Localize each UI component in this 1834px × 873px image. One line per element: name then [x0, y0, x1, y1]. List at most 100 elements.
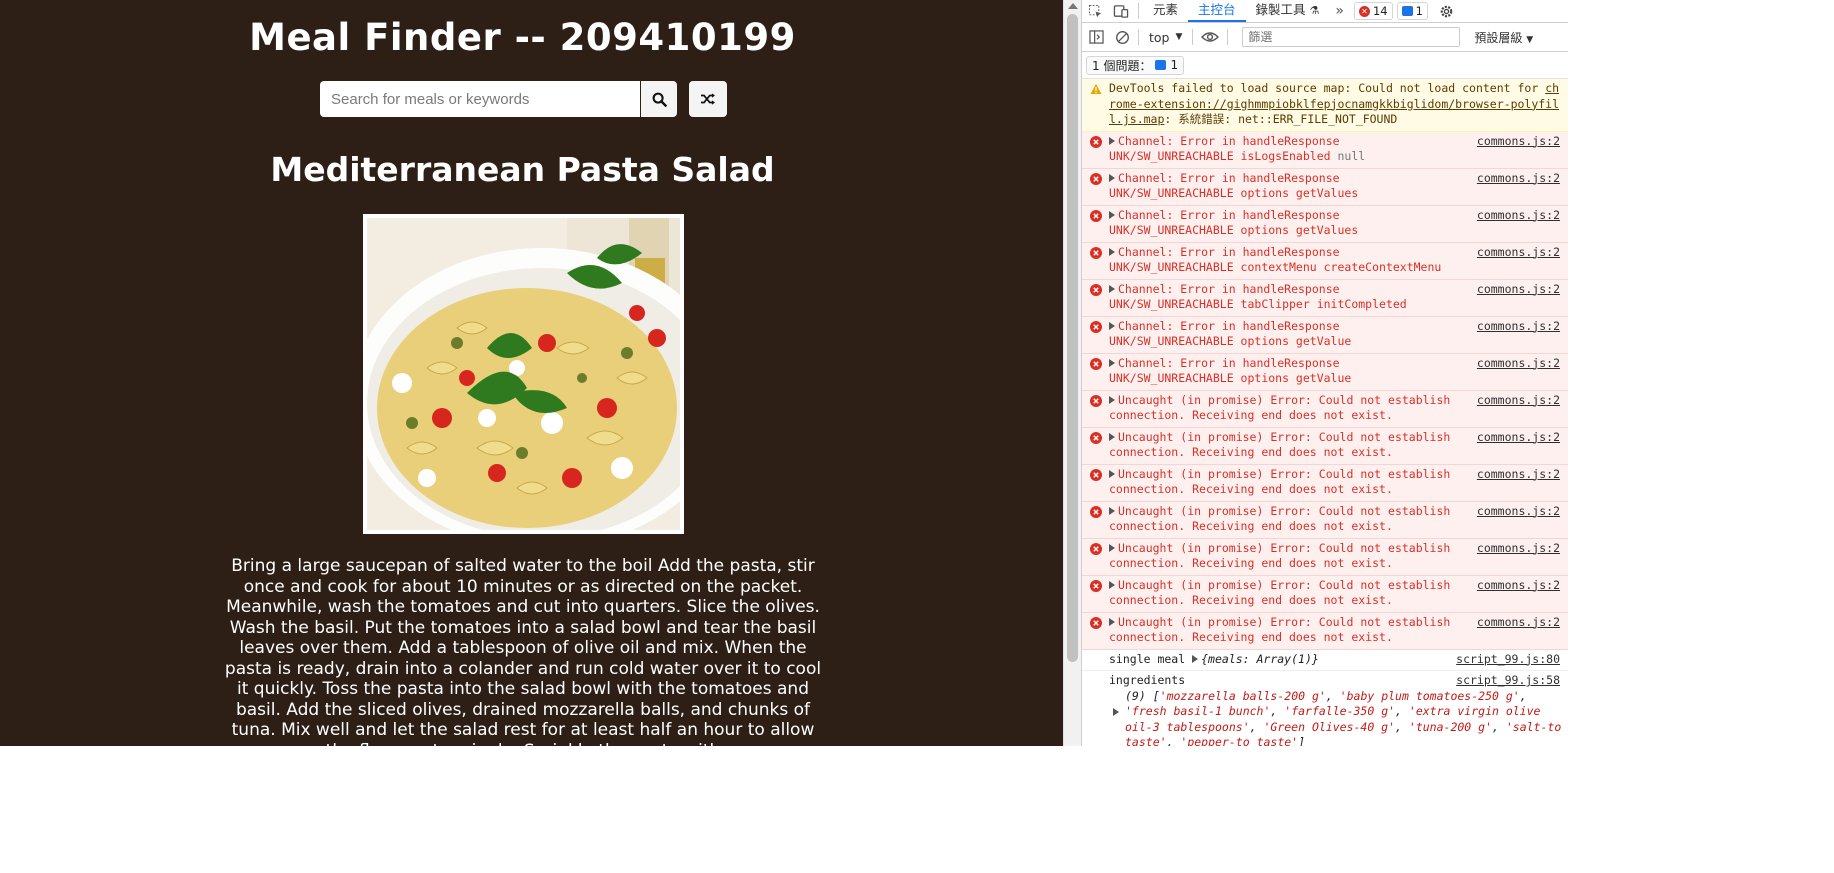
error-line-1: Channel: Error in handleResponse: [1118, 133, 1340, 148]
inspect-element-icon[interactable]: [1082, 0, 1108, 22]
search-form: [320, 81, 727, 117]
source-link[interactable]: commons.js:2: [1477, 171, 1560, 187]
source-link[interactable]: script_99.js:58: [1456, 673, 1560, 689]
error-icon: [1090, 505, 1102, 518]
source-link[interactable]: commons.js:2: [1477, 282, 1560, 298]
error-line-1: Channel: Error in handleResponse: [1118, 318, 1340, 333]
console-error-promise: Uncaught (in promise) Error: Could not e…: [1082, 538, 1568, 576]
expand-arrow-icon[interactable]: [1109, 581, 1115, 589]
console-error-promise: Uncaught (in promise) Error: Could not e…: [1082, 390, 1568, 428]
message-count: 1: [1415, 4, 1423, 18]
more-tabs-icon[interactable]: »: [1329, 3, 1350, 19]
error-line-1: Uncaught (in promise) Error: Could not e…: [1118, 429, 1451, 444]
device-toolbar-icon[interactable]: [1108, 0, 1134, 22]
error-line-2: UNK/SW_UNREACHABLE options getValues: [1109, 186, 1359, 200]
message-count-badge[interactable]: 1: [1396, 2, 1428, 20]
error-line-2: UNK/SW_UNREACHABLE options getValue: [1109, 334, 1352, 348]
scroll-up-arrow-icon[interactable]: [1068, 3, 1078, 9]
expand-arrow-icon[interactable]: [1109, 396, 1115, 404]
source-link[interactable]: commons.js:2: [1477, 467, 1560, 483]
expand-arrow-icon[interactable]: [1109, 322, 1115, 330]
context-selector[interactable]: top ▼: [1145, 30, 1186, 45]
source-link[interactable]: commons.js:2: [1477, 615, 1560, 631]
source-link[interactable]: commons.js:2: [1477, 356, 1560, 372]
log-levels-dropdown[interactable]: 預設層級 ▼: [1474, 29, 1533, 46]
expand-arrow-icon[interactable]: [1113, 707, 1119, 716]
source-link[interactable]: commons.js:2: [1477, 430, 1560, 446]
console-error-promise: Uncaught (in promise) Error: Could not e…: [1082, 427, 1568, 465]
console-filter-input[interactable]: [1242, 27, 1461, 47]
array-length: (9): [1125, 688, 1153, 703]
error-icon: [1090, 320, 1102, 333]
error-line-1: Channel: Error in handleResponse: [1118, 170, 1340, 185]
expand-arrow-icon[interactable]: [1109, 137, 1115, 145]
meal-image: [363, 214, 684, 534]
error-line-2: UNK/SW_UNREACHABLE isLogsEnabled: [1109, 149, 1338, 163]
dropdown-arrow-icon: ▼: [1175, 32, 1183, 42]
source-link[interactable]: commons.js:2: [1477, 541, 1560, 557]
source-link[interactable]: commons.js:2: [1477, 134, 1560, 150]
expand-arrow-icon[interactable]: [1109, 618, 1115, 626]
source-link[interactable]: script_99.js:80: [1456, 652, 1560, 668]
error-line-1: Uncaught (in promise) Error: Could not e…: [1118, 614, 1451, 629]
meal-title: Mediterranean Pasta Salad: [270, 150, 775, 189]
flask-icon: ⚗: [1309, 4, 1320, 17]
tab-recorder[interactable]: 錄製工具 ⚗: [1246, 0, 1330, 22]
search-input[interactable]: [320, 81, 640, 117]
error-line-2: connection. Receiving end does not exist…: [1109, 593, 1393, 607]
error-line-1: Uncaught (in promise) Error: Could not e…: [1118, 577, 1451, 592]
console-error-channel: Channel: Error in handleResponse UNK/SW_U…: [1082, 168, 1568, 206]
console-error-channel: Channel: Error in handleResponse UNK/SW_U…: [1082, 353, 1568, 391]
error-count-badge[interactable]: ✕ 14: [1353, 2, 1393, 20]
warning-suffix: : 系統錯誤: net::ERR_FILE_NOT_FOUND: [1164, 112, 1398, 126]
clear-console-icon[interactable]: [1112, 26, 1132, 48]
expand-arrow-icon[interactable]: [1109, 470, 1115, 478]
error-icon: [1090, 394, 1102, 407]
expand-arrow-icon[interactable]: [1192, 655, 1199, 663]
expand-arrow-icon[interactable]: [1109, 433, 1115, 441]
source-link[interactable]: commons.js:2: [1477, 208, 1560, 224]
page-scrollbar[interactable]: [1063, 0, 1081, 746]
expand-arrow-icon[interactable]: [1109, 174, 1115, 182]
tab-console[interactable]: 主控台: [1188, 0, 1246, 22]
search-button[interactable]: [641, 81, 677, 117]
console-error-promise: Uncaught (in promise) Error: Could not e…: [1082, 501, 1568, 539]
random-meal-button[interactable]: [689, 81, 727, 117]
expand-arrow-icon[interactable]: [1109, 507, 1115, 515]
live-expression-eye-icon[interactable]: [1199, 26, 1221, 48]
source-link[interactable]: commons.js:2: [1477, 578, 1560, 594]
issues-button[interactable]: 1 個問題： 1: [1086, 55, 1185, 75]
error-line-1: Uncaught (in promise) Error: Could not e…: [1118, 540, 1451, 555]
error-line-1: Uncaught (in promise) Error: Could not e…: [1118, 503, 1451, 518]
array-item: 'Green Olives-40 g': [1263, 719, 1396, 734]
error-line-1: Channel: Error in handleResponse: [1118, 281, 1340, 296]
console-toolbar: top ▼ 預設層級 ▼: [1082, 23, 1568, 52]
context-value: top: [1149, 29, 1170, 45]
source-link[interactable]: commons.js:2: [1477, 245, 1560, 261]
console-error-channel: Channel: Error in handleResponse UNK/SW_U…: [1082, 131, 1568, 169]
source-link[interactable]: commons.js:2: [1477, 393, 1560, 409]
expand-arrow-icon[interactable]: [1109, 285, 1115, 293]
source-link[interactable]: commons.js:2: [1477, 319, 1560, 335]
sidebar-toggle-icon[interactable]: [1086, 26, 1106, 48]
source-link[interactable]: commons.js:2: [1477, 504, 1560, 520]
scrollbar-thumb[interactable]: [1067, 14, 1078, 662]
settings-gear-icon[interactable]: [1434, 0, 1460, 22]
expand-arrow-icon[interactable]: [1109, 359, 1115, 367]
error-line-2: connection. Receiving end does not exist…: [1109, 482, 1393, 496]
expand-arrow-icon[interactable]: [1109, 211, 1115, 219]
array-item: 'fresh basil-1 bunch': [1125, 704, 1271, 718]
warning-text: DevTools failed to load source map: Coul…: [1109, 81, 1546, 95]
search-icon: [652, 92, 667, 107]
error-icon: [1090, 135, 1102, 148]
error-icon: [1090, 246, 1102, 259]
console-error-channel: Channel: Error in handleResponse UNK/SW_U…: [1082, 279, 1568, 317]
array-item: 'pepper-to taste': [1180, 735, 1299, 746]
ingredients-array: ['mozzarella balls-200 g', 'baby plum to…: [1125, 689, 1561, 747]
tab-elements[interactable]: 元素: [1143, 0, 1188, 22]
expand-arrow-icon[interactable]: [1109, 248, 1115, 256]
expand-arrow-icon[interactable]: [1109, 544, 1115, 552]
devtools-tab-bar: 元素 主控台 錄製工具 ⚗ » ✕ 14 1: [1082, 0, 1568, 23]
error-line-2: connection. Receiving end does not exist…: [1109, 408, 1393, 422]
console-warning: DevTools failed to load source map: Coul…: [1082, 79, 1568, 132]
